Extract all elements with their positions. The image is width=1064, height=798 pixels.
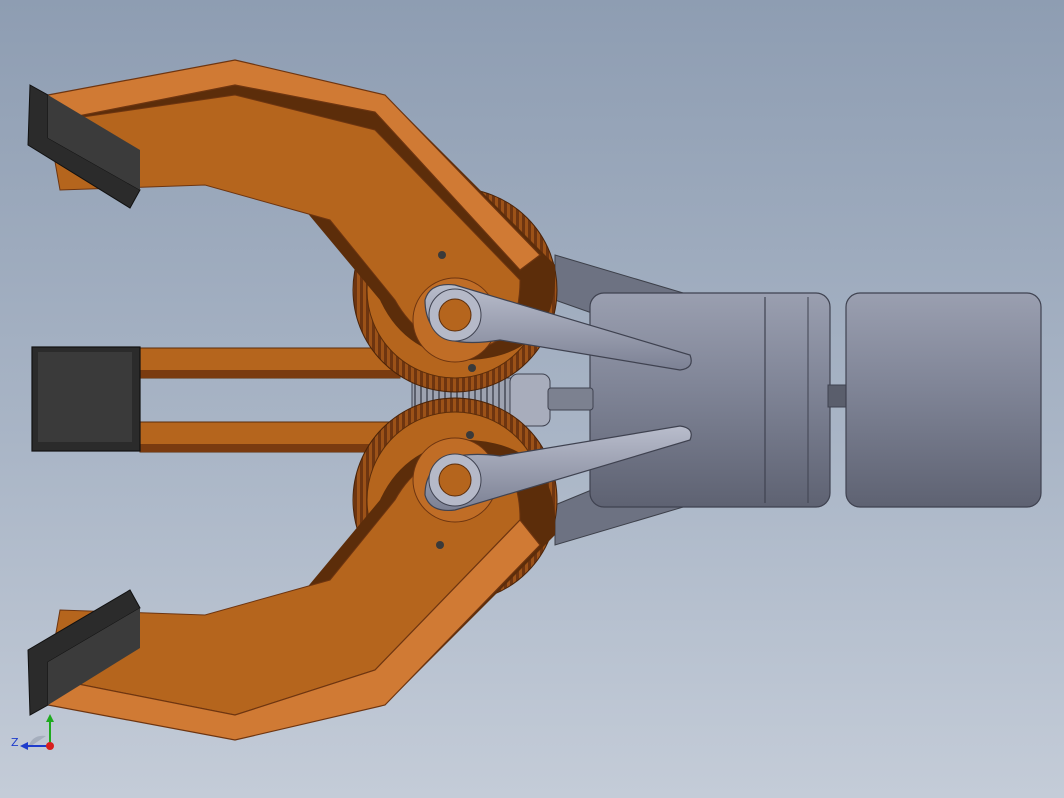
graphics-viewport[interactable]: Z bbox=[0, 0, 1064, 798]
y-arrow-icon bbox=[46, 714, 54, 722]
z-arrow-icon bbox=[20, 742, 28, 750]
gripper-3d-model[interactable] bbox=[0, 0, 1064, 798]
motor-housing[interactable] bbox=[589, 292, 1042, 508]
x-axis-icon bbox=[46, 742, 54, 750]
guide-rails[interactable] bbox=[31, 346, 401, 453]
z-axis-label: Z bbox=[11, 736, 19, 749]
orientation-triad[interactable]: Z bbox=[10, 712, 60, 758]
